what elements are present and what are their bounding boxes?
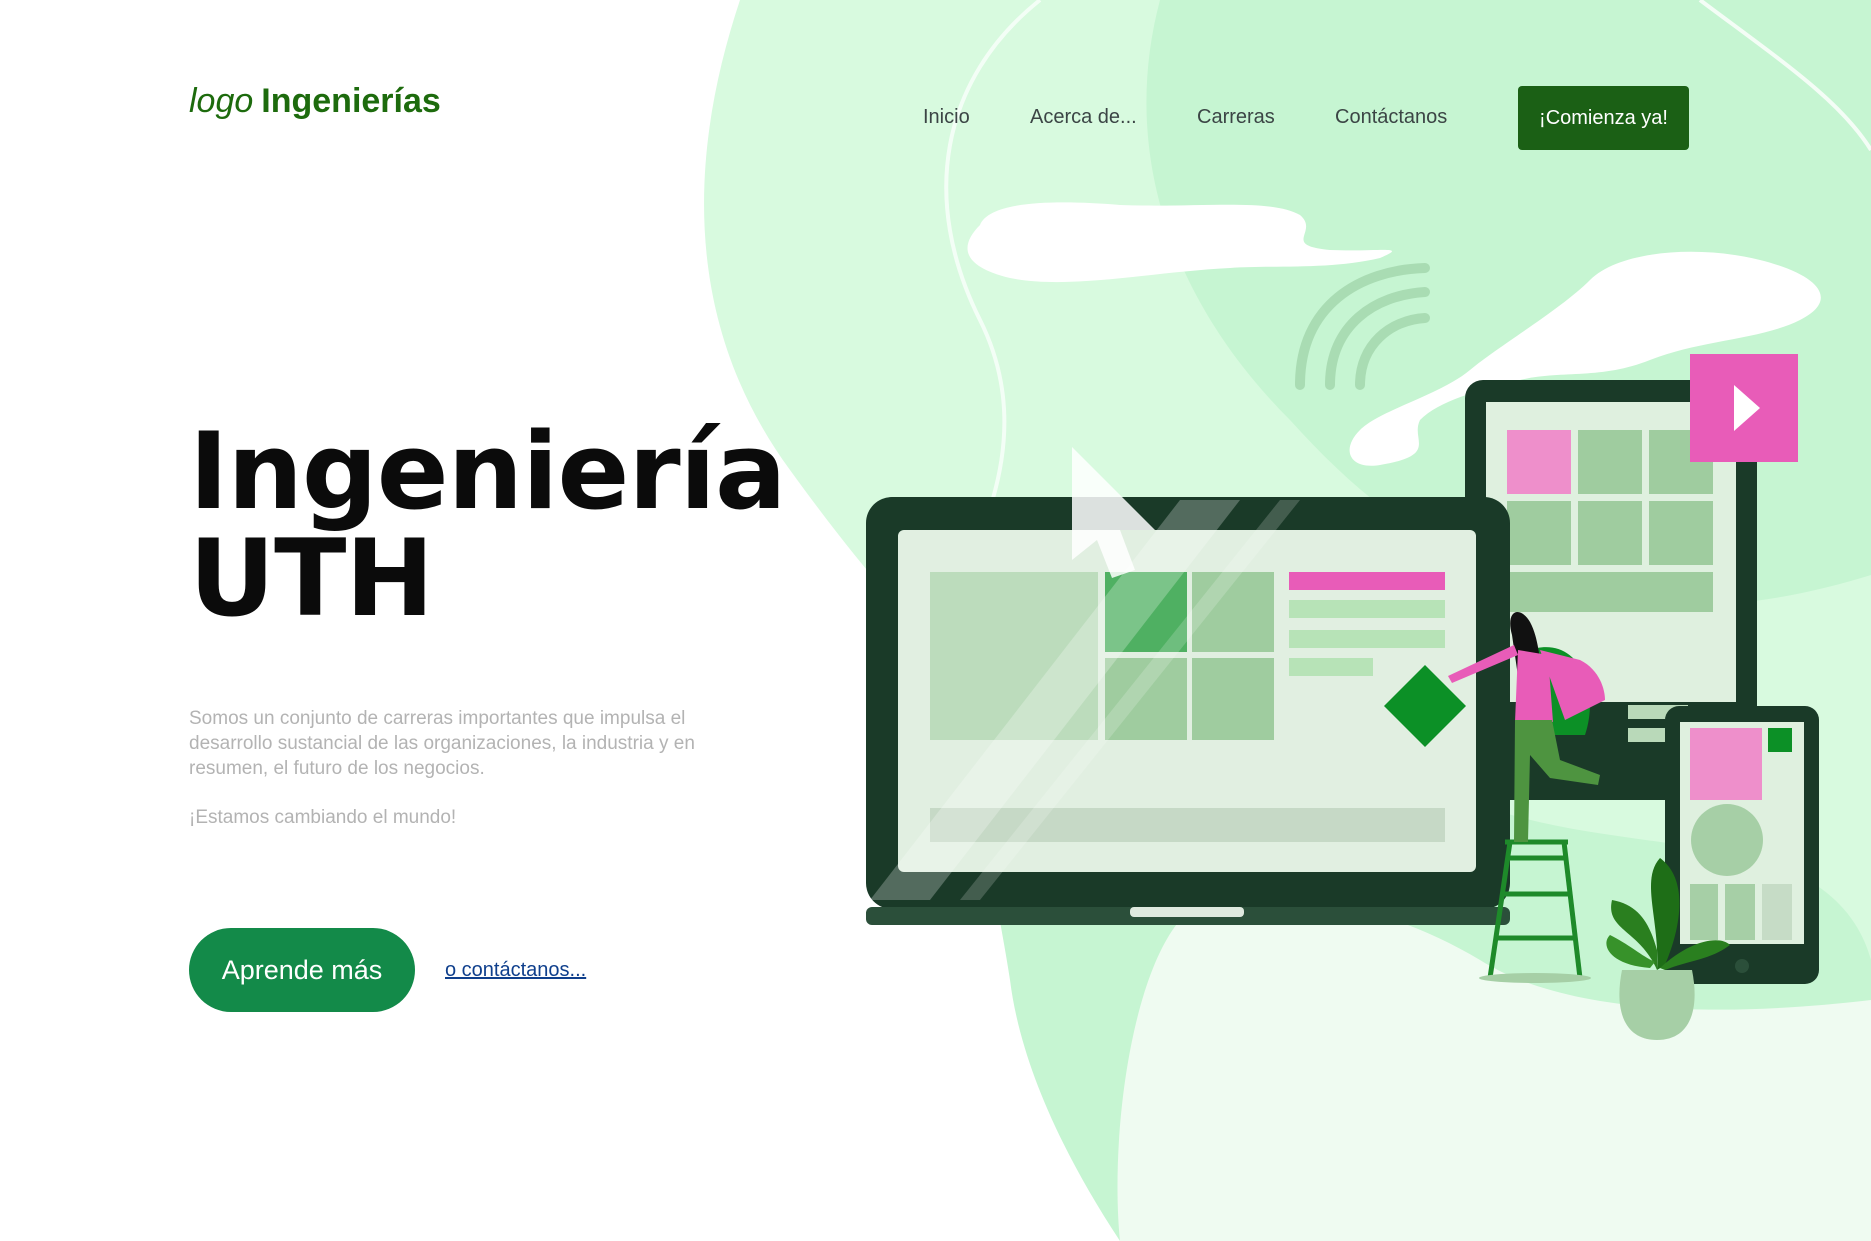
- hero-tagline: ¡Estamos cambiando el mundo!: [189, 807, 457, 828]
- page-title-line-1: Ingeniería: [189, 410, 786, 533]
- play-icon: [1690, 354, 1798, 462]
- devices-illustration: [866, 263, 1819, 1040]
- start-now-button[interactable]: ¡Comienza ya!: [1518, 86, 1689, 150]
- nav-item-acerca[interactable]: Acerca de...: [1030, 106, 1137, 129]
- hero-description: Somos un conjunto de carreras importante…: [189, 708, 695, 779]
- nav-item-carreras[interactable]: Carreras: [1197, 106, 1275, 129]
- nav-item-contactanos[interactable]: Contáctanos: [1335, 106, 1447, 129]
- page-title-line-2: UTH: [189, 517, 434, 640]
- phone-icon: [1665, 706, 1819, 984]
- learn-more-button[interactable]: Aprende más: [189, 928, 415, 1012]
- ladder-shadow: [1479, 973, 1591, 983]
- nav-item-inicio[interactable]: Inicio: [923, 106, 970, 129]
- logo-name: Ingenierías: [261, 82, 441, 120]
- brand-logo[interactable]: logo Ingenierías: [189, 82, 441, 121]
- logo-word: logo: [189, 82, 254, 120]
- wifi-signal-icon: [1295, 263, 1430, 390]
- page-title: Ingeniería UTH: [189, 418, 786, 632]
- contact-link[interactable]: o contáctanos...: [445, 959, 586, 982]
